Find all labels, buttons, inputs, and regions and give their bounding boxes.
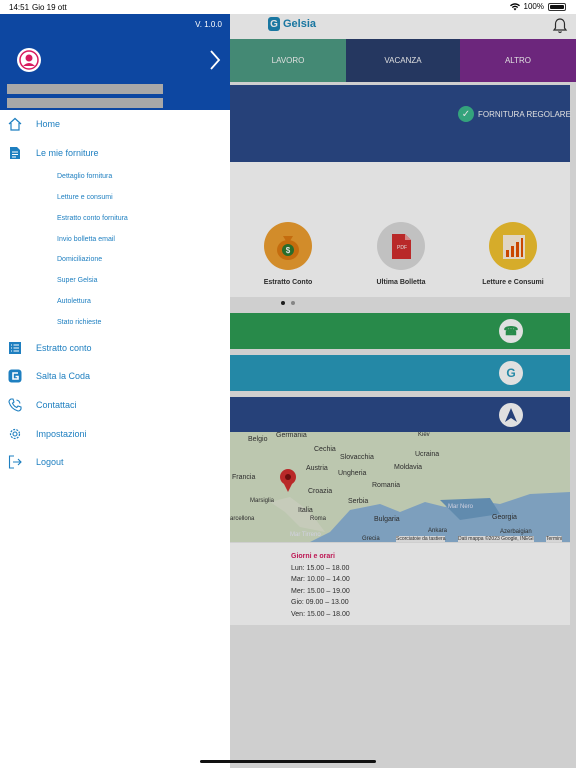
menu-item-contattaci[interactable]: Contattaci — [0, 393, 230, 417]
submenu-item[interactable]: Invio bolletta email — [57, 236, 115, 243]
submenu-item[interactable]: Letture e consumi — [57, 194, 113, 201]
user-code-placeholder — [7, 98, 163, 108]
logout-icon — [8, 455, 22, 469]
submenu-item[interactable]: Domiciliazione — [57, 256, 102, 263]
menu-label: Estratto conto — [36, 343, 92, 353]
menu-label: Impostazioni — [36, 429, 87, 439]
menu-label: Le mie forniture — [36, 148, 99, 158]
menu-item-logout[interactable]: Logout — [0, 450, 230, 474]
phone-icon — [8, 398, 22, 412]
user-icon — [19, 50, 39, 70]
menu-item-salta-coda[interactable]: Salta la Coda — [0, 364, 230, 388]
home-indicator[interactable] — [200, 760, 376, 763]
status-date: Gio 19 ott — [32, 3, 67, 12]
menu-item-forniture[interactable]: Le mie forniture — [0, 141, 230, 165]
menu-item-estratto-conto[interactable]: Estratto conto — [0, 336, 230, 360]
status-bar: 14:51 Gio 19 ott 100% — [0, 0, 576, 14]
status-time: 14:51 — [9, 3, 30, 12]
chevron-right-icon[interactable] — [205, 48, 223, 72]
document-icon — [10, 147, 20, 159]
wifi-icon — [509, 2, 520, 11]
menu-label: Salta la Coda — [36, 371, 91, 381]
submenu-item[interactable]: Super Gelsia — [57, 277, 97, 284]
menu-label: Logout — [36, 457, 64, 467]
battery-percent: 100% — [523, 2, 544, 11]
drawer-scrim[interactable] — [230, 14, 576, 768]
user-name-placeholder — [7, 84, 163, 94]
battery-icon — [548, 2, 566, 11]
submenu-item[interactable]: Autolettura — [57, 298, 91, 305]
gelsia-g-icon — [8, 369, 22, 383]
submenu-item[interactable]: Stato richieste — [57, 319, 101, 326]
menu-item-impostazioni[interactable]: Impostazioni — [0, 422, 230, 446]
list-icon — [9, 342, 21, 354]
status-right: 100% — [509, 2, 566, 11]
gear-icon — [9, 428, 21, 440]
submenu-item[interactable]: Estratto conto fornitura — [57, 215, 128, 222]
menu-label: Home — [36, 119, 61, 129]
submenu-item[interactable]: Dettaglio fornitura — [57, 173, 112, 180]
menu-item-home[interactable]: Home — [0, 112, 230, 136]
app-version: V. 1.0.0 — [195, 20, 222, 29]
avatar[interactable] — [17, 48, 41, 72]
home-icon — [8, 117, 22, 131]
menu-label: Contattaci — [36, 400, 77, 410]
